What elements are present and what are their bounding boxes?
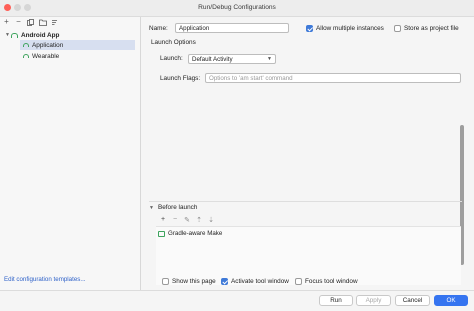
chevron-down-icon[interactable]: ▼ — [4, 32, 11, 38]
focus-tool-window-checkbox[interactable] — [295, 278, 302, 285]
tree-group-label: Android App — [21, 31, 60, 39]
copy-icon[interactable] — [26, 18, 35, 27]
launch-dropdown[interactable]: Default Activity ▼ — [188, 54, 276, 64]
ok-button[interactable]: OK — [434, 295, 468, 306]
allow-multiple-instances-checkbox[interactable] — [306, 25, 313, 32]
edit-icon[interactable]: ✎ — [183, 216, 191, 224]
gradle-icon — [158, 230, 165, 237]
launch-options-header: Launch Options — [151, 39, 196, 46]
before-launch-list: Gradle-aware Make — [156, 226, 461, 285]
launch-flags-label: Launch Flags: — [160, 75, 201, 82]
remove-icon[interactable]: − — [171, 216, 179, 224]
folder-icon[interactable] — [38, 18, 47, 27]
sort-icon[interactable] — [50, 18, 59, 27]
tree-item-label: Application — [32, 41, 64, 49]
configurations-sidebar: + − ▼ Android App Application Wearable E… — [0, 17, 141, 290]
tree-group-android-app[interactable]: ▼ Android App — [4, 30, 135, 40]
run-button[interactable]: Run — [319, 295, 353, 306]
dialog-button-bar: Run Apply Cancel OK — [0, 290, 474, 311]
name-label: Name: — [149, 25, 168, 32]
chevron-down-icon: ▼ — [267, 56, 272, 62]
launch-dropdown-value: Default Activity — [192, 56, 233, 63]
chevron-down-icon: ▼ — [149, 204, 154, 211]
focus-tool-window-label: Focus tool window — [305, 278, 358, 285]
activate-tool-window-label: Activate tool window — [231, 278, 289, 285]
add-icon[interactable]: + — [2, 18, 11, 27]
android-icon — [11, 32, 18, 38]
launch-flags-placeholder: Options to 'am start' command — [209, 75, 293, 82]
store-as-project-file-label: Store as project file — [404, 25, 459, 32]
remove-icon[interactable]: − — [14, 18, 23, 27]
add-icon[interactable]: + — [159, 216, 167, 224]
name-field[interactable]: Application — [175, 23, 289, 33]
launch-flags-input[interactable]: Options to 'am start' command — [205, 73, 461, 83]
divider — [149, 201, 462, 202]
list-item[interactable]: Gradle-aware Make — [158, 230, 222, 237]
tree-item-label: Wearable — [32, 52, 60, 60]
tree-item-application[interactable]: Application — [20, 40, 135, 50]
tree-item-wearable[interactable]: Wearable — [23, 51, 135, 61]
show-this-page-label: Show this page — [172, 278, 216, 285]
run-debug-configurations-window: Run/Debug Configurations + − ▼ Android A… — [0, 0, 474, 311]
before-launch-toolbar: + − ✎ ⇡ ⇣ — [159, 216, 215, 224]
before-launch-toggle[interactable]: ▼ Before launch — [149, 204, 197, 211]
allow-multiple-instances-label: Allow multiple instances — [316, 25, 384, 32]
activate-tool-window-checkbox[interactable] — [221, 278, 228, 285]
show-this-page-checkbox[interactable] — [162, 278, 169, 285]
store-as-project-file-checkbox[interactable] — [394, 25, 401, 32]
sidebar-toolbar: + − — [2, 17, 59, 27]
configuration-editor: Name: Application Allow multiple instanc… — [141, 17, 474, 290]
window-title: Run/Debug Configurations — [198, 4, 276, 11]
apply-button[interactable]: Apply — [356, 295, 391, 306]
edit-configuration-templates-link[interactable]: Edit configuration templates... — [4, 276, 86, 283]
android-icon — [23, 54, 29, 58]
before-launch-header: Before launch — [157, 204, 198, 211]
move-down-icon[interactable]: ⇣ — [207, 216, 215, 224]
android-icon — [23, 43, 29, 47]
before-launch-item-label: Gradle-aware Make — [168, 230, 223, 237]
title-bar: Run/Debug Configurations — [0, 0, 474, 17]
cancel-button[interactable]: Cancel — [395, 295, 430, 306]
launch-label: Launch: — [160, 55, 183, 62]
move-up-icon[interactable]: ⇡ — [195, 216, 203, 224]
